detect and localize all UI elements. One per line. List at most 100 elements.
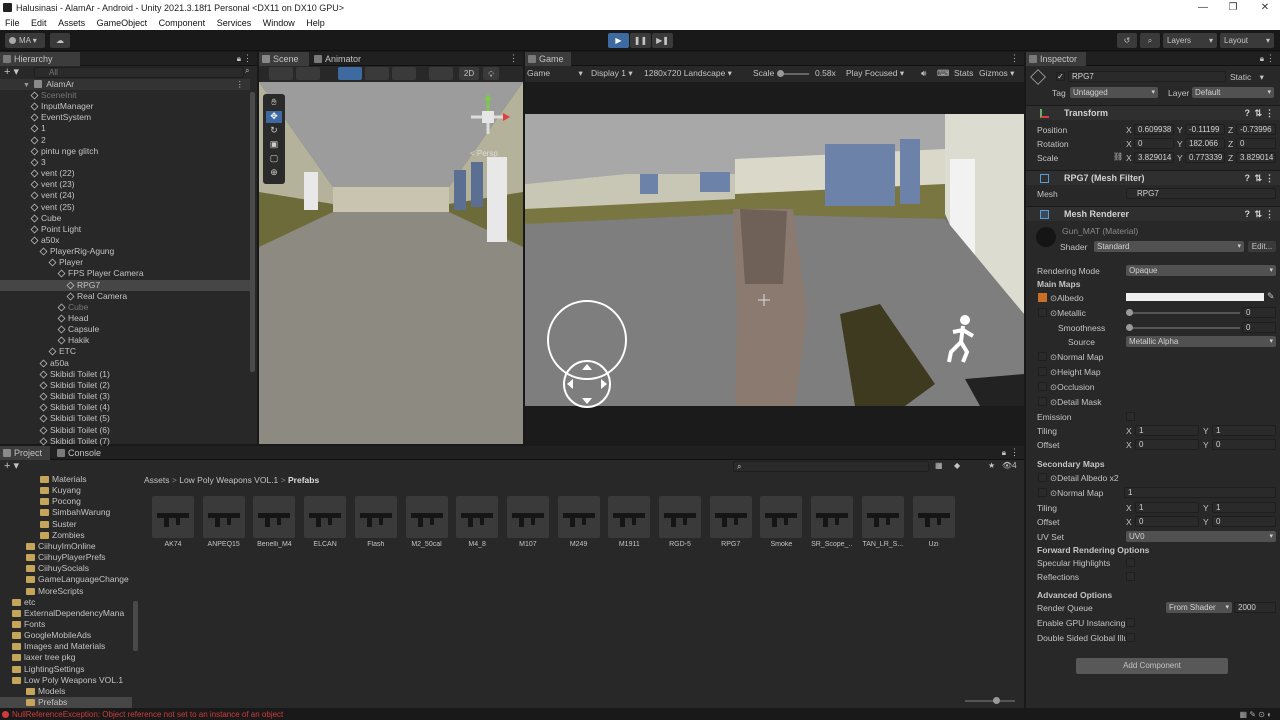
albedo-color-swatch[interactable] [1126, 293, 1264, 301]
position-z-field[interactable]: -0.73996 [1236, 124, 1276, 135]
breadcrumb-low-poly-weapons[interactable]: Low Poly Weapons VOL.1 [179, 475, 278, 485]
perspective-label[interactable]: < Persp [470, 149, 498, 158]
normal-map-slot[interactable] [1038, 352, 1047, 361]
lock-icon[interactable]: 🔒︎ [237, 54, 241, 64]
albedo-texture-icon[interactable] [1038, 293, 1047, 302]
mesh-renderer-help-icon[interactable]: ? [1245, 207, 1251, 222]
tab-scene[interactable]: Scene [259, 52, 309, 66]
step-button[interactable]: ▶❚ [652, 33, 673, 48]
hierarchy-item[interactable]: pintu nge glitch [0, 146, 250, 157]
hierarchy-item[interactable]: PlayerRig-Agung [0, 246, 250, 257]
project-folder-item[interactable]: CiihuySocials [0, 563, 132, 574]
position-y-field[interactable]: -0.11199 [1185, 124, 1225, 135]
mesh-renderer-header[interactable]: Mesh Renderer? ⇅ ⋮ [1026, 206, 1280, 221]
asset-item[interactable]: M249 [557, 496, 600, 548]
scale-z-field[interactable]: 3.829014 [1236, 152, 1276, 163]
tab-project[interactable]: Project [0, 446, 50, 460]
scale-x-field[interactable]: 3.829014 [1134, 152, 1174, 163]
tiling-x-field[interactable]: 1 [1135, 425, 1199, 436]
color-picker-icon[interactable]: ✎ [1267, 291, 1275, 302]
position-x-field[interactable]: 0.609938 [1134, 124, 1174, 135]
hierarchy-item[interactable]: a50a [0, 358, 250, 369]
hierarchy-item[interactable]: Skibidi Toilet (7) [0, 436, 250, 447]
scale-slider[interactable] [777, 70, 809, 77]
asset-zoom-slider[interactable] [965, 697, 1015, 704]
scale-y-field[interactable]: 0.773339 [1185, 152, 1225, 163]
hierarchy-item[interactable]: vent (25) [0, 202, 250, 213]
hand-tool-icon[interactable]: ✋︎ [266, 97, 282, 109]
tab-animator[interactable]: Animator [311, 52, 371, 66]
sec-tiling-x-field[interactable]: 1 [1135, 502, 1199, 513]
hierarchy-item[interactable]: vent (23) [0, 179, 250, 190]
scene-shading-button[interactable] [429, 67, 453, 80]
project-folder-item[interactable]: GameLanguageChange [0, 574, 132, 585]
active-checkbox[interactable]: ✓ [1056, 72, 1065, 81]
height-map-slot[interactable] [1038, 367, 1047, 376]
scene-orientation-gizmo[interactable] [463, 92, 513, 142]
rect-tool-icon[interactable]: ▢ [266, 153, 282, 165]
breadcrumb-assets[interactable]: Assets [144, 475, 170, 485]
asset-item[interactable]: AK74 [152, 496, 194, 548]
menu-file[interactable]: File [5, 18, 20, 28]
stats-button[interactable]: Stats [954, 66, 973, 81]
project-folder-item[interactable]: Models [0, 686, 132, 697]
hidden-packages-badge[interactable]: 👁︎4 [1002, 461, 1017, 470]
static-checkbox[interactable]: Static ▾ [1230, 72, 1264, 83]
hierarchy-scene-row[interactable]: ▼ AlamAr ⋮ [0, 79, 250, 90]
play-focused-dropdown[interactable]: Play Focused ▾ [846, 66, 904, 81]
project-search-input[interactable]: ⌕ [733, 461, 929, 472]
shader-edit-button[interactable]: Edit... [1248, 241, 1276, 252]
project-folder-item[interactable]: laxer tree pkg [0, 652, 132, 663]
project-folder-item[interactable]: ExternalDependencyMana [0, 608, 132, 619]
hierarchy-item[interactable]: RPG7 [0, 279, 250, 291]
asset-item[interactable]: M1911 [608, 496, 651, 548]
scene-more-icon[interactable]: ⋮ [509, 53, 518, 64]
layer-dropdown[interactable]: Default [1192, 87, 1274, 98]
save-search-icon[interactable]: ★ [988, 461, 995, 470]
sec-normal-map-slot[interactable] [1038, 488, 1047, 497]
breadcrumb-prefabs[interactable]: Prefabs [288, 475, 319, 485]
asset-item[interactable]: M107 [506, 496, 549, 548]
asset-item[interactable]: RGD-5 [659, 496, 701, 548]
specular-checkbox[interactable] [1126, 558, 1135, 567]
transform-help-icon[interactable]: ? [1245, 106, 1251, 121]
minimize-button[interactable]: — [1188, 0, 1218, 16]
game-more-icon[interactable]: ⋮ [1010, 53, 1019, 64]
hierarchy-item[interactable]: Capsule [0, 324, 250, 335]
hierarchy-item[interactable]: SceneInit [0, 90, 250, 101]
menu-window[interactable]: Window [263, 18, 295, 28]
more-menu-icon[interactable]: ⋮ [243, 53, 252, 64]
project-folder-item[interactable]: SimbahWarung [0, 507, 132, 518]
double-sided-checkbox[interactable] [1126, 633, 1135, 642]
mesh-filter-preset-icon[interactable]: ⇅ [1254, 171, 1262, 186]
rotation-x-field[interactable]: 0 [1134, 138, 1174, 149]
hierarchy-item[interactable]: InputManager [0, 101, 250, 112]
project-add-icon[interactable]: + ▾ [4, 459, 19, 472]
smoothness-slider-handle[interactable] [1126, 324, 1133, 331]
hierarchy-item[interactable]: Hakik [0, 335, 250, 346]
transform-tool-icon[interactable]: ⊕ [266, 167, 282, 179]
hierarchy-item[interactable]: Skibidi Toilet (6) [0, 425, 250, 436]
hierarchy-search-input[interactable]: All [34, 67, 244, 78]
metallic-slider[interactable] [1126, 309, 1240, 316]
joystick-dpad[interactable] [562, 359, 612, 409]
transform-header[interactable]: Transform? ⇅ ⋮ [1026, 105, 1280, 120]
project-folder-item[interactable]: GoogleMobileAds [0, 630, 132, 641]
tag-dropdown[interactable]: Untagged [1070, 87, 1158, 98]
transform-preset-icon[interactable]: ⇅ [1254, 106, 1262, 121]
hierarchy-item[interactable]: Skibidi Toilet (1) [0, 369, 250, 380]
mesh-filter-help-icon[interactable]: ? [1245, 171, 1251, 186]
tab-inspector[interactable]: Inspector [1026, 52, 1086, 66]
menu-assets[interactable]: Assets [58, 18, 85, 28]
render-queue-field[interactable]: 2000 [1234, 602, 1276, 613]
metallic-value-field[interactable]: 0 [1242, 307, 1276, 318]
hierarchy-item[interactable]: Skibidi Toilet (4) [0, 402, 250, 413]
project-tree-scrollbar[interactable] [133, 601, 138, 651]
sec-normal-value-field[interactable]: 1 [1124, 487, 1276, 498]
gpu-instancing-checkbox[interactable] [1126, 618, 1135, 627]
scene-lighting-button[interactable]: 💡︎ [483, 67, 499, 80]
inspector-lock-icon[interactable]: 🔒︎ [1260, 54, 1264, 64]
play-button[interactable]: ▶ [608, 33, 629, 48]
hierarchy-item[interactable]: ETC [0, 346, 250, 357]
display-dropdown[interactable]: Display 1 ▾ [591, 66, 633, 81]
